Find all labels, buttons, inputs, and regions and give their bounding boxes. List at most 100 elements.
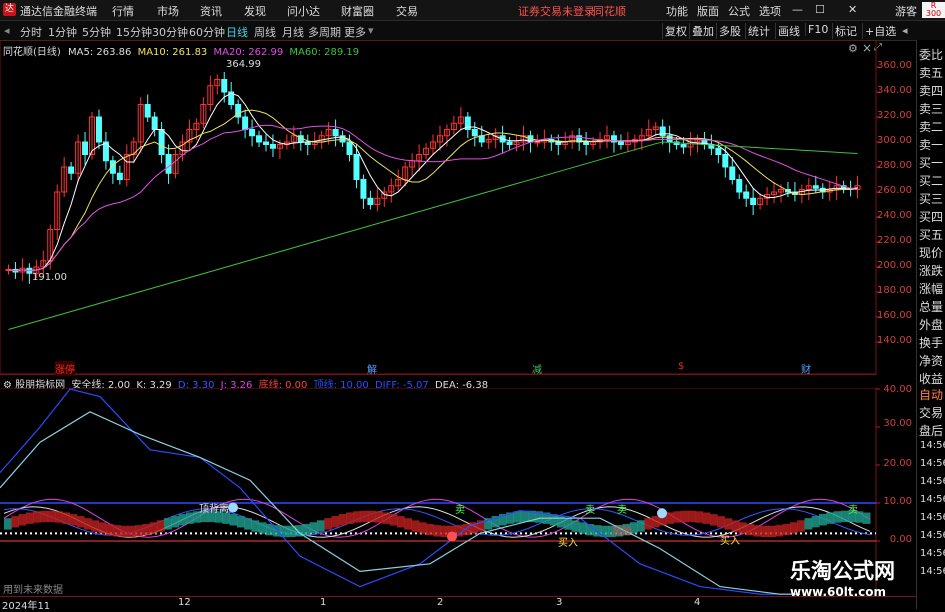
ribbon-band <box>396 516 405 528</box>
menu-item-options[interactable]: 选项 <box>759 3 781 19</box>
close-icon[interactable]: ✕ <box>848 3 857 16</box>
candle-body <box>736 179 743 193</box>
signal-sell: 卖 <box>848 505 858 516</box>
price-tick: 280.00 <box>877 160 912 171</box>
tool-f10[interactable]: F10 <box>805 23 830 36</box>
period-30min[interactable]: 30分钟 <box>152 24 188 40</box>
event-unlock-marker[interactable]: 解 <box>367 361 377 376</box>
watermark-title: 乐淘公式网 <box>790 559 895 583</box>
candle-body <box>471 129 478 137</box>
period-daily[interactable]: 日线 <box>226 24 248 40</box>
signal-sell: 卖 <box>455 505 465 516</box>
menu-item-market[interactable]: 行情 <box>112 3 134 19</box>
candle-body <box>249 129 256 137</box>
menu-item-formula[interactable]: 公式 <box>728 3 750 19</box>
ma10-line <box>8 109 858 272</box>
more-dropdown-icon[interactable]: ▾ <box>368 24 374 37</box>
candle-body <box>158 129 165 155</box>
tool-add-watchlist[interactable]: +自选 <box>862 23 898 39</box>
event-limit-up-marker[interactable]: 涨停 <box>55 361 75 376</box>
broker-name[interactable]: 同花顺 <box>593 3 626 19</box>
period-60min[interactable]: 60分钟 <box>189 24 225 40</box>
period-more[interactable]: 更多 <box>344 24 366 40</box>
candle-body <box>812 185 819 189</box>
candle-body <box>353 154 360 180</box>
ribbon-band <box>789 522 798 534</box>
candle-body <box>346 141 353 155</box>
candlestick-chart[interactable] <box>0 40 916 375</box>
guest-label[interactable]: 游客 <box>895 3 917 19</box>
auto-label[interactable]: 自动 <box>919 386 943 403</box>
menu-item-news[interactable]: 资讯 <box>200 3 222 19</box>
menu-item-trade[interactable]: 交易 <box>396 3 418 19</box>
menu-item-layout[interactable]: 版面 <box>697 3 719 19</box>
ribbon-band <box>760 525 769 538</box>
menu-item-function[interactable]: 功能 <box>666 3 688 19</box>
ribbon-band <box>105 523 114 536</box>
ribbon-band <box>564 518 573 530</box>
candle-body <box>743 191 750 199</box>
indicator-tick: 40.00 <box>883 384 912 395</box>
ribbon-band <box>411 520 420 532</box>
ribbon-band <box>40 510 49 523</box>
ribbon-band <box>120 525 129 538</box>
quote-side-panel: 委比 卖五 卖四 卖三 卖二 卖一 买一 买二 买三 买四 买五 现价 涨跌 涨… <box>916 40 945 609</box>
indicator-tick: 30.00 <box>883 418 912 429</box>
x-tick: 12 <box>178 597 191 608</box>
tool-adjust[interactable]: 复权 <box>662 23 689 39</box>
tool-overlay[interactable]: 叠加 <box>689 23 716 39</box>
ribbon-band <box>833 511 842 523</box>
menu-item-markets[interactable]: 市场 <box>157 3 179 19</box>
ribbon-band <box>731 520 740 532</box>
menu-item-ask[interactable]: 问小达 <box>287 3 320 19</box>
period-monthly[interactable]: 月线 <box>282 24 304 40</box>
tool-draw[interactable]: 画线 <box>775 23 802 39</box>
ribbon-band <box>156 520 165 532</box>
ribbon-band <box>651 515 660 528</box>
event-finance-marker[interactable]: 财 <box>801 361 811 376</box>
ribbon-band <box>382 512 391 524</box>
event-dividend-marker[interactable]: $ <box>678 361 684 372</box>
ribbon-band <box>724 518 733 530</box>
tick-time: 14:56 <box>920 458 945 469</box>
login-notice[interactable]: 证券交易未登录 <box>518 3 595 19</box>
ribbon-band <box>258 522 267 534</box>
collapse-icon[interactable]: ◂ <box>4 24 10 37</box>
ribbon-band <box>644 518 653 530</box>
period-5min[interactable]: 5分钟 <box>82 24 111 40</box>
after-hours-label[interactable]: 盘后 <box>919 422 943 439</box>
tick-time: 14:56 <box>920 476 945 487</box>
period-multi[interactable]: 多周期 <box>308 24 341 40</box>
ribbon-band <box>819 514 827 526</box>
candle-body <box>332 129 339 137</box>
ribbon-band <box>236 516 245 528</box>
period-15min[interactable]: 15分钟 <box>116 24 152 40</box>
tool-mark[interactable]: 标记 <box>832 23 859 39</box>
panel-left-arrow-icon[interactable]: ◂ <box>902 24 908 37</box>
tool-multi-stock[interactable]: 多股 <box>716 23 743 39</box>
ribbon-band <box>782 523 791 536</box>
trade-label[interactable]: 交易 <box>919 404 943 421</box>
ribbon-band <box>84 518 92 530</box>
indicator-tick: 20.00 <box>883 458 912 469</box>
period-intraday[interactable]: 分时 <box>20 24 42 40</box>
period-1min[interactable]: 1分钟 <box>48 24 77 40</box>
minimize-icon[interactable]: — <box>792 3 803 16</box>
ribbon-band <box>404 518 413 530</box>
price-tick: 300.00 <box>877 135 912 146</box>
menu-item-discover[interactable]: 发现 <box>244 3 266 19</box>
ribbon-band <box>768 525 776 538</box>
price-tick: 200.00 <box>877 260 912 271</box>
candle-body <box>534 141 541 144</box>
ribbon-band <box>549 514 558 526</box>
main-frame <box>0 40 877 375</box>
tool-stats[interactable]: 统计 <box>745 23 772 39</box>
maximize-icon[interactable]: ☐ <box>815 3 825 16</box>
event-reduce-marker[interactable]: 减 <box>532 361 542 376</box>
menu-item-wealth[interactable]: 财富圈 <box>341 3 374 19</box>
ribbon-band <box>244 518 252 530</box>
corner-badge-icon: R 300 <box>922 2 945 18</box>
indicator-chart[interactable] <box>0 388 916 596</box>
period-weekly[interactable]: 周线 <box>254 24 276 40</box>
tick-time: 14:56 <box>920 566 945 577</box>
